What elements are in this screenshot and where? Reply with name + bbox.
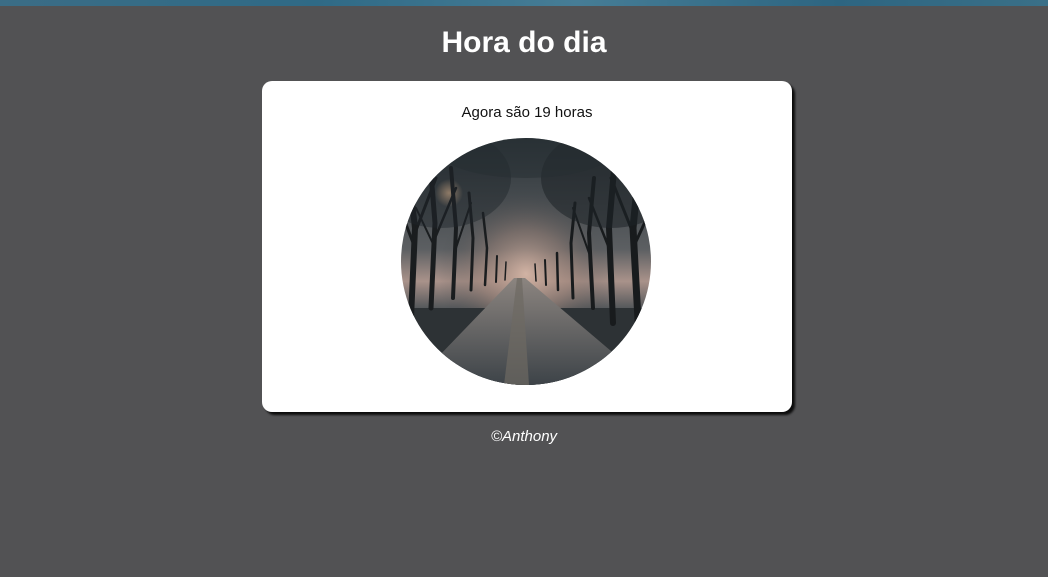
page-title: Hora do dia (441, 26, 607, 59)
top-accent-strip (0, 0, 1048, 6)
time-message: Agora são 19 horas (461, 104, 593, 121)
time-card: Agora são 19 horas (262, 81, 792, 412)
time-of-day-image (401, 138, 651, 385)
footer-copyright: ©Anthony (490, 428, 558, 445)
